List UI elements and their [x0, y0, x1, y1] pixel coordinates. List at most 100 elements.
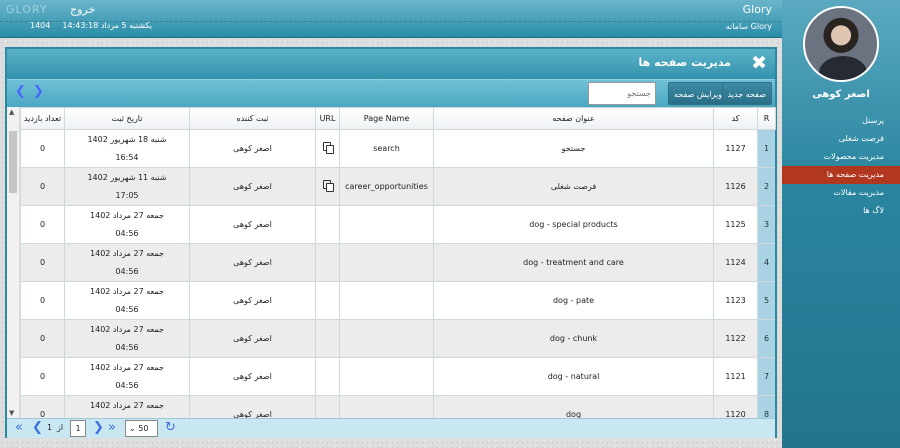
cell-date: جمعه 27 مرداد 140204:56 — [64, 281, 190, 320]
cell-author: اصغر کوهی — [189, 357, 316, 396]
column-code[interactable]: کد — [713, 107, 758, 130]
cell-page-name — [339, 357, 434, 396]
column-author[interactable]: ثبت کننده — [189, 107, 316, 130]
copy-icon[interactable] — [322, 142, 334, 154]
cell-row-number: 1 — [757, 129, 775, 168]
cell-row-number: 3 — [757, 205, 775, 244]
date-text: جمعه 27 مرداد 1402 — [90, 324, 164, 334]
app-title: Glory — [742, 3, 772, 16]
copy-icon[interactable] — [322, 180, 334, 192]
table-row[interactable]: 0جمعه 27 مرداد 140204:56اصغر کوهی dog1120… — [20, 395, 775, 418]
search-input[interactable] — [588, 82, 656, 105]
cell-title: dog - pate — [433, 281, 714, 320]
date-text: جمعه 27 مرداد 1402 — [90, 210, 164, 220]
user-name: اصغر کوهی — [812, 89, 870, 100]
next-page-icon[interactable]: ❯ — [93, 420, 104, 435]
cell-title: dog — [433, 395, 714, 418]
exit-button[interactable]: خروج — [70, 3, 95, 16]
cell-date: شنبه 18 شهریور 1402 16:54 — [64, 129, 190, 168]
table-header: تعداد بازدید تاریخ ثبت ثبت کننده URL Pag… — [20, 107, 776, 130]
date-text: جمعه 27 مرداد 1402 — [90, 400, 164, 410]
column-date[interactable]: تاریخ ثبت — [64, 107, 190, 130]
scroll-down-icon[interactable]: ▼ — [9, 409, 14, 417]
cell-date: جمعه 27 مرداد 140204:56 — [64, 395, 190, 418]
chevron-right-icon[interactable]: ❯ — [33, 84, 44, 99]
cell-author: اصغر کوهی — [189, 281, 316, 320]
cell-title: dog - chunk — [433, 319, 714, 358]
cell-author: اصغر کوهی — [189, 205, 316, 244]
time-text: 04:56 — [115, 266, 139, 276]
cell-url — [315, 167, 340, 206]
table-row[interactable]: 0 شنبه 11 شهریور 1402 17:05 اصغر کوهی career… — [20, 167, 775, 206]
sidebar-item-pages[interactable]: مدیریت صفحه ها — [782, 166, 900, 184]
pages-panel: مدیریت صفحه ها ✖ ❮ ❯ ویرایش صفحه صفحه جد… — [5, 47, 777, 438]
cell-row-number: 7 — [757, 357, 775, 396]
top-bar: GLORY خروج یکشنبه 5 مرداد 140414:43:18 G… — [0, 0, 786, 38]
table-row[interactable]: 0 جمعه 27 مرداد 1402 04:56 اصغر کوهی dog - s… — [20, 205, 775, 244]
table-row[interactable]: 0 جمعه 27 مرداد 1402 04:56 اصغر کوهی dog - c… — [20, 319, 775, 358]
first-page-icon[interactable]: « — [15, 420, 23, 435]
time-text: 17:05 — [115, 190, 139, 200]
prev-page-icon[interactable]: ❮ — [32, 420, 43, 435]
cell-url — [315, 319, 340, 358]
sidebar-menu: پرسنل فرصت شغلی مدیریت محصولات مدیریت صف… — [782, 112, 900, 220]
cell-date: جمعه 27 مرداد 1402 04:56 — [64, 319, 190, 358]
current-time: 14:43:18 — [62, 21, 99, 30]
scroll-thumb[interactable] — [9, 131, 17, 193]
sidebar-item-articles[interactable]: مدیریت مقالات — [782, 184, 900, 202]
page-size-value: 50 — [138, 424, 149, 433]
edit-page-button[interactable]: ویرایش صفحه — [668, 82, 728, 105]
table-row[interactable]: 0 جمعه 27 مرداد 1402 04:56 اصغر کوهی dog - p… — [20, 281, 775, 320]
sidebar-item-products[interactable]: مدیریت محصولات — [782, 148, 900, 166]
sidebar-item-personnel[interactable]: پرسنل — [782, 112, 900, 130]
table-body: 0 شنبه 18 شهریور 1402 16:54 اصغر کوهی search… — [20, 129, 775, 418]
sidebar-item-job-opportunity[interactable]: فرصت شغلی — [782, 130, 900, 148]
last-page-icon[interactable]: » — [108, 420, 116, 435]
cell-page-name: career_opportunities — [339, 167, 434, 206]
cell-code: 1123 — [713, 281, 758, 320]
column-title[interactable]: عنوان صفحه — [433, 107, 714, 130]
refresh-icon[interactable]: ↻ — [165, 420, 176, 435]
toolbar: ❮ ❯ ویرایش صفحه صفحه جدید — [7, 79, 775, 107]
date-text: شنبه 11 شهریور 1402 — [87, 172, 167, 182]
page-number-input[interactable]: 1 — [70, 420, 86, 437]
panel-title: مدیریت صفحه ها — [638, 56, 731, 69]
time-text: 04:56 — [115, 342, 139, 352]
of-label: از — [57, 423, 64, 432]
sidebar-item-logs[interactable]: لاگ ها — [782, 202, 900, 220]
date-text: جمعه 27 مرداد 1402 — [90, 248, 164, 258]
cell-page-name — [339, 243, 434, 282]
close-icon[interactable]: ✖ — [751, 52, 767, 74]
cell-code: 1127 — [713, 129, 758, 168]
cell-row-number: 6 — [757, 319, 775, 358]
cell-code: 1126 — [713, 167, 758, 206]
cell-row-number: 8 — [757, 395, 775, 418]
cell-title: فرصت شغلی — [433, 167, 714, 206]
column-page-name[interactable]: Page Name — [339, 107, 434, 130]
column-row-number[interactable]: R — [757, 107, 776, 130]
cell-date: جمعه 27 مرداد 140204:56 — [64, 357, 190, 396]
cell-author: اصغر کوهی — [189, 167, 316, 206]
column-visits[interactable]: تعداد بازدید — [20, 107, 65, 130]
cell-visits: 0 — [20, 281, 65, 320]
cell-title: dog - special products — [433, 205, 714, 244]
cell-code: 1122 — [713, 319, 758, 358]
cell-page-name — [339, 395, 434, 418]
table-row[interactable]: 0 جمعه 27 مرداد 1402 04:56 اصغر کوهی dog - n… — [20, 357, 775, 396]
column-url[interactable]: URL — [315, 107, 340, 130]
cell-page-name — [339, 319, 434, 358]
vertical-scrollbar[interactable]: ▲ ▼ — [7, 107, 20, 418]
cell-visits: 0 — [20, 129, 65, 168]
cell-page-name — [339, 281, 434, 320]
page-size-select[interactable]: ⌄ 50 — [125, 420, 158, 437]
brand-watermark: GLORY — [6, 3, 48, 16]
avatar — [803, 6, 879, 82]
table-row[interactable]: 0 شنبه 18 شهریور 1402 16:54 اصغر کوهی search… — [20, 129, 775, 168]
cell-visits: 0 — [20, 167, 65, 206]
scroll-up-icon[interactable]: ▲ — [9, 108, 14, 116]
new-page-button[interactable]: صفحه جدید — [721, 82, 772, 105]
chevron-left-icon[interactable]: ❮ — [15, 84, 26, 99]
cell-author: اصغر کوهی — [189, 243, 316, 282]
cell-row-number: 5 — [757, 281, 775, 320]
table-row[interactable]: 0 جمعه 27 مرداد 1402 04:56 اصغر کوهی dog - t… — [20, 243, 775, 282]
